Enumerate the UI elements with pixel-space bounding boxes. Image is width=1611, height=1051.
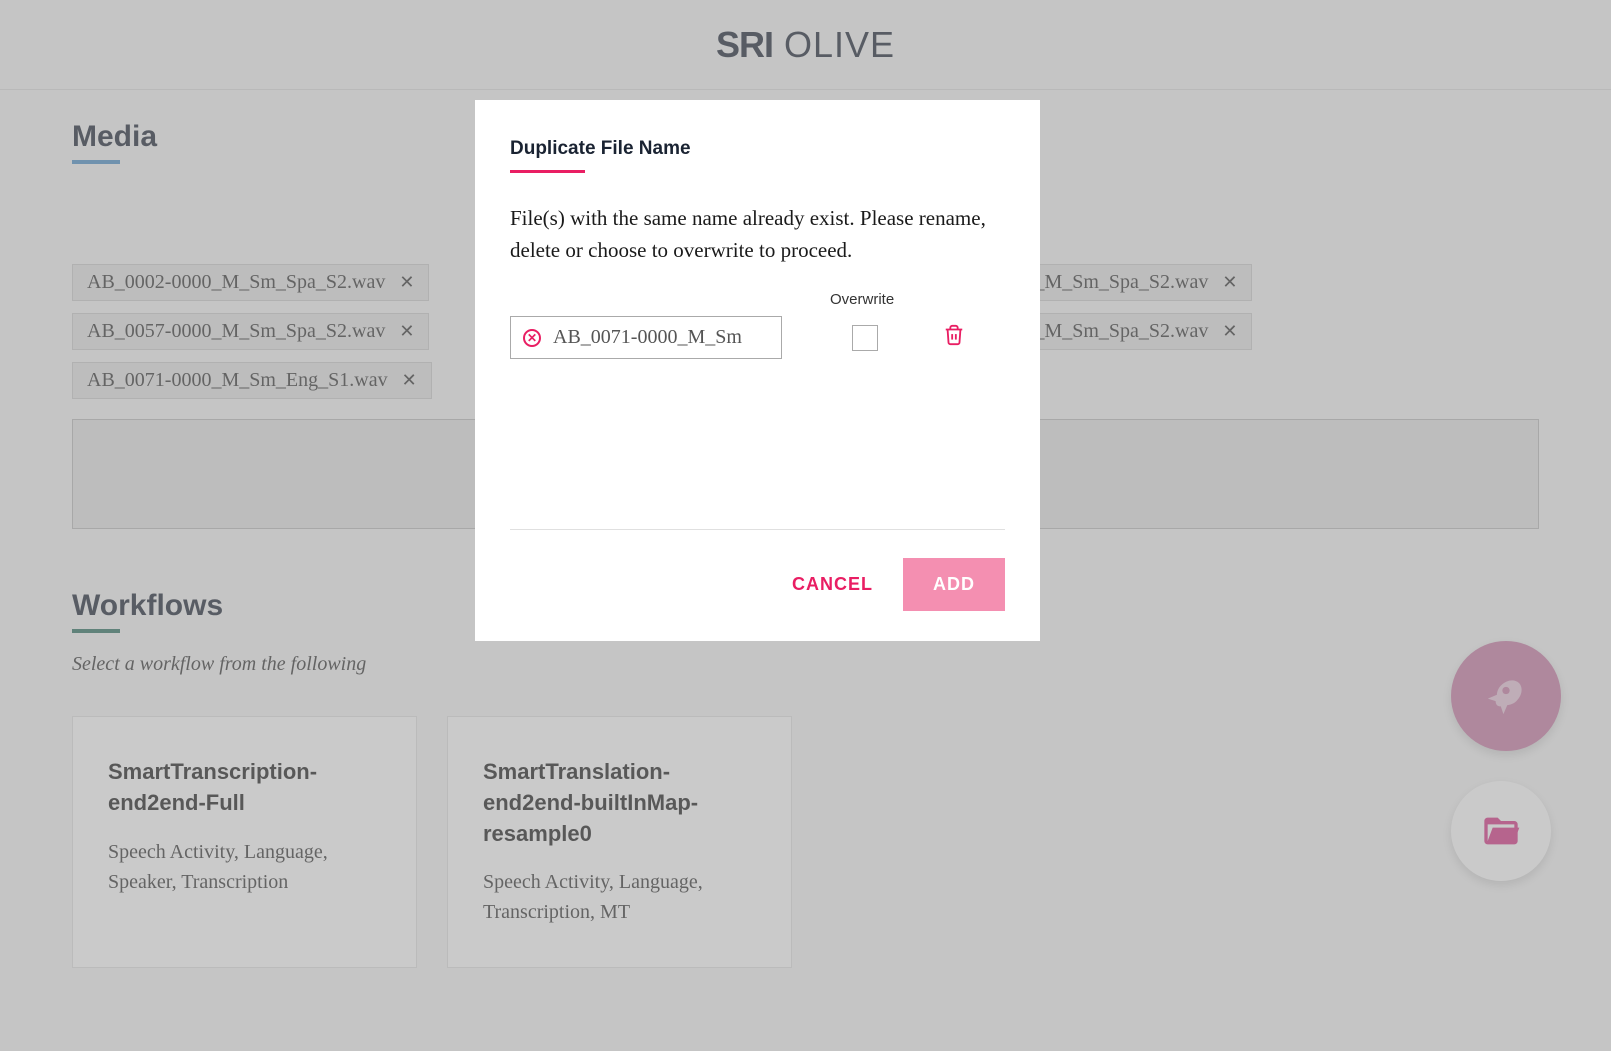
add-button[interactable]: ADD	[903, 558, 1005, 611]
trash-icon	[943, 324, 965, 346]
modal-message: File(s) with the same name already exist…	[510, 203, 1005, 266]
error-icon: ✕	[523, 329, 541, 347]
modal-title: Duplicate File Name	[510, 138, 1005, 160]
cancel-button[interactable]: CANCEL	[792, 574, 873, 595]
modal-footer: CANCEL ADD	[510, 529, 1005, 611]
overwrite-column-header: Overwrite	[830, 291, 1005, 308]
file-name-input[interactable]	[553, 326, 769, 349]
delete-file-button[interactable]	[943, 324, 965, 351]
file-name-input-wrap: ✕	[510, 316, 782, 359]
duplicate-file-row: ✕	[510, 316, 1005, 359]
overwrite-checkbox[interactable]	[852, 325, 878, 351]
duplicate-file-modal: Duplicate File Name File(s) with the sam…	[475, 100, 1040, 641]
modal-title-underline	[510, 170, 585, 173]
